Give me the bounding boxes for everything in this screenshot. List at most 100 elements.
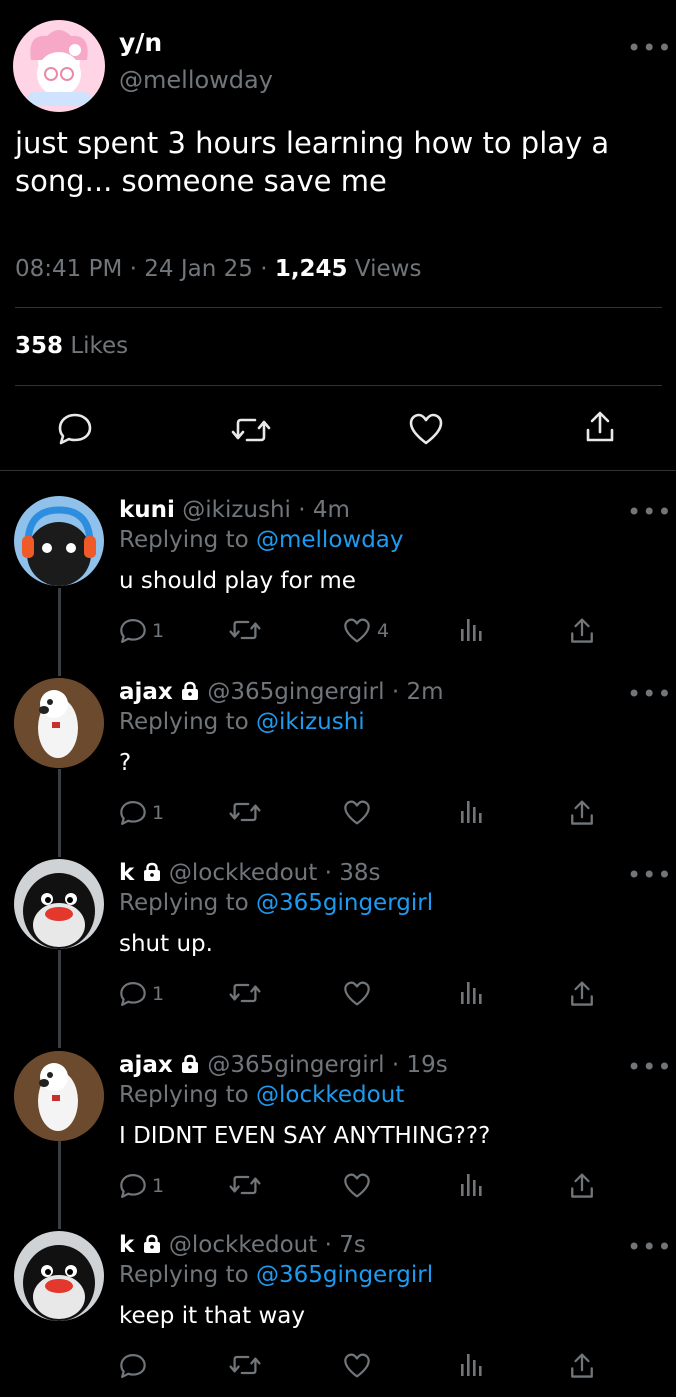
like-button[interactable] [343, 1172, 377, 1199]
like-button[interactable] [343, 980, 377, 1007]
reply-button[interactable] [57, 412, 93, 450]
replying-prefix: Replying to [119, 890, 249, 916]
more-horizontal-icon[interactable]: ••• [627, 680, 672, 708]
more-horizontal-icon[interactable]: ••• [627, 861, 672, 889]
avatar[interactable] [14, 496, 104, 586]
reply-age: 2m [406, 679, 444, 705]
author-name[interactable]: ajax [119, 679, 173, 705]
reply-age: 7s [339, 1232, 366, 1258]
share-button[interactable] [569, 1172, 595, 1200]
replying-to: Replying to @365gingergirl [119, 890, 433, 916]
speech-bubble-icon [119, 799, 147, 827]
retweet-button[interactable] [229, 1172, 261, 1198]
heart-icon [343, 799, 371, 826]
replying-to-handle[interactable]: @365gingergirl [256, 1262, 433, 1288]
avatar[interactable] [14, 1051, 104, 1141]
author-handle[interactable]: @lockkedout [169, 860, 317, 886]
share-button[interactable] [569, 617, 595, 645]
avatar[interactable] [14, 859, 104, 949]
avatar[interactable] [14, 1231, 104, 1321]
divider [15, 307, 662, 308]
lock-icon [142, 860, 162, 886]
like-button[interactable] [343, 1352, 377, 1379]
views-count: 1,245 [274, 256, 348, 282]
replying-to-handle[interactable]: @ikizushi [256, 709, 365, 735]
reply-button[interactable]: 1 [119, 980, 164, 1008]
reply-count: 1 [152, 1175, 165, 1197]
lock-icon [142, 1232, 162, 1258]
author-name[interactable]: ajax [119, 1052, 173, 1078]
meta-separator: · [324, 1232, 332, 1258]
replying-to-handle[interactable]: @mellowday [256, 527, 404, 553]
likes-stat[interactable]: 358 Likes [15, 333, 128, 359]
views-button[interactable] [459, 980, 483, 1006]
reply-button[interactable] [119, 1352, 152, 1380]
divider [15, 385, 662, 386]
replying-to-handle[interactable]: @lockkedout [256, 1082, 404, 1108]
views-button[interactable] [459, 1172, 483, 1198]
more-horizontal-icon[interactable]: ••• [627, 498, 672, 526]
author-handle[interactable]: @365gingergirl [207, 1052, 384, 1078]
author-handle[interactable]: @365gingergirl [207, 679, 384, 705]
share-upload-icon [569, 617, 595, 645]
views-button[interactable] [459, 1352, 483, 1378]
share-button[interactable] [569, 799, 595, 827]
more-horizontal-icon[interactable]: ••• [627, 34, 672, 62]
lock-icon [180, 679, 200, 705]
more-horizontal-icon[interactable]: ••• [627, 1053, 672, 1081]
retweet-icon [229, 799, 261, 825]
thread-line [58, 1141, 61, 1229]
retweet-icon [229, 1172, 261, 1198]
reply-count: 1 [152, 983, 165, 1005]
author-name[interactable]: kuni [119, 497, 175, 523]
replying-prefix: Replying to [119, 527, 249, 553]
like-button[interactable] [408, 412, 444, 450]
retweet-button[interactable] [229, 980, 261, 1006]
replying-prefix: Replying to [119, 1082, 249, 1108]
author-name[interactable]: y/n [119, 28, 162, 57]
share-button[interactable] [584, 410, 616, 448]
author-handle[interactable]: @lockkedout [169, 1232, 317, 1258]
like-button[interactable]: 4 [343, 617, 389, 644]
like-count: 4 [377, 619, 390, 642]
views-button[interactable] [459, 617, 483, 643]
retweet-icon [229, 980, 261, 1006]
views-label: Views [354, 256, 422, 282]
meta-separator: · [260, 256, 268, 282]
replying-prefix: Replying to [119, 1262, 249, 1288]
retweet-button[interactable] [229, 617, 261, 643]
main-avatar[interactable] [13, 20, 105, 112]
like-button[interactable] [343, 799, 377, 826]
share-button[interactable] [569, 1352, 595, 1380]
reply-button[interactable]: 1 [119, 799, 164, 827]
retweet-button[interactable] [229, 799, 261, 825]
lock-icon [180, 1052, 200, 1078]
avatar[interactable] [14, 678, 104, 768]
author-handle[interactable]: @ikizushi [182, 497, 291, 523]
author-name[interactable]: k [119, 1232, 134, 1258]
views-button[interactable] [459, 799, 483, 825]
reply-text: keep it that way [119, 1303, 305, 1329]
share-button[interactable] [569, 980, 595, 1008]
speech-bubble-icon [119, 1172, 147, 1200]
author-handle[interactable]: @mellowday [119, 66, 273, 94]
reply-button[interactable]: 1 [119, 617, 164, 645]
heart-icon [343, 1172, 371, 1199]
speech-bubble-icon [119, 617, 147, 645]
retweet-button[interactable] [229, 1352, 261, 1378]
retweet-button[interactable] [231, 414, 271, 450]
replying-to: Replying to @ikizushi [119, 709, 365, 735]
bar-chart-icon [459, 617, 483, 643]
thread-line [58, 769, 61, 857]
reply-button[interactable]: 1 [119, 1172, 164, 1200]
speech-bubble-icon [119, 1352, 147, 1380]
share-upload-icon [569, 1352, 595, 1380]
reply-count: 1 [152, 802, 165, 824]
reply-text: ? [119, 750, 132, 776]
tweet-text: just spent 3 hours learning how to play … [15, 126, 610, 198]
author-name[interactable]: k [119, 860, 134, 886]
replying-to-handle[interactable]: @365gingergirl [256, 890, 433, 916]
more-horizontal-icon[interactable]: ••• [627, 1233, 672, 1261]
retweet-icon [229, 617, 261, 643]
reply-header: ajax @365gingergirl · 19s [119, 1052, 448, 1078]
